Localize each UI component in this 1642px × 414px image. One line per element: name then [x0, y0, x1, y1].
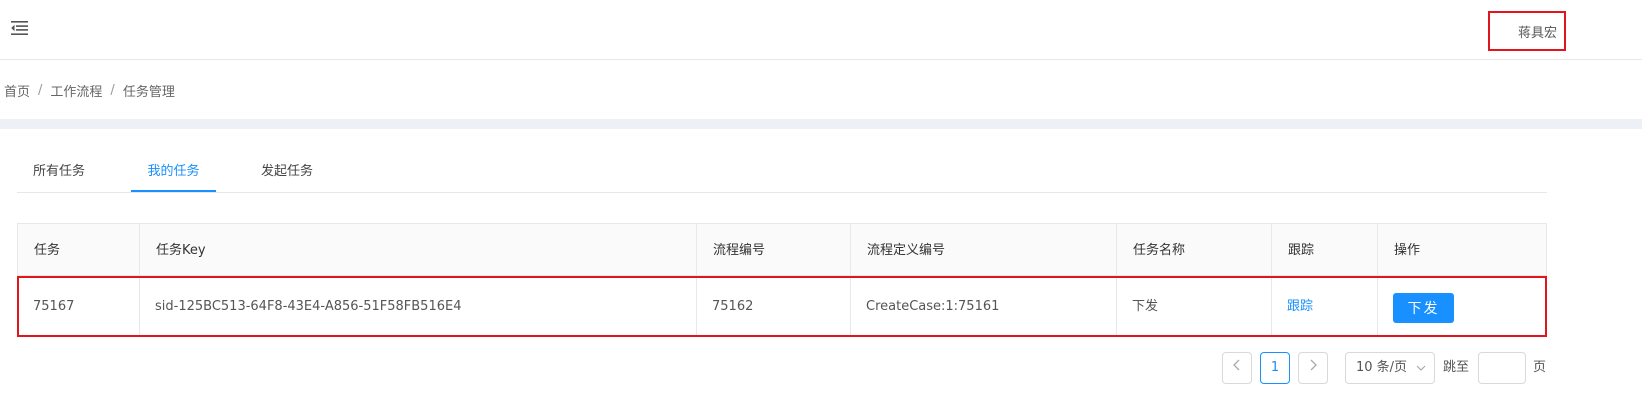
column-header-process-id: 流程编号 — [713, 243, 766, 258]
dispatch-button[interactable]: 下发 — [1393, 293, 1454, 323]
breadcrumb-workflow[interactable]: 工作流程 — [50, 81, 102, 100]
cell-process-def-id: CreateCase:1:75161 — [866, 299, 1000, 314]
top-header: 蒋具宏 — [0, 0, 1642, 60]
page-size-value: 10 条/页 — [1356, 360, 1408, 375]
tab-all-tasks[interactable]: 所有任务 — [17, 150, 101, 193]
cell-task: 75167 — [33, 299, 75, 314]
breadcrumb-separator: / — [38, 82, 43, 98]
tab-my-tasks[interactable]: 我的任务 — [131, 150, 216, 193]
column-header-track: 跟踪 — [1288, 243, 1315, 258]
column-header-task-name: 任务名称 — [1133, 243, 1186, 258]
column-header-task: 任务 — [34, 243, 61, 258]
task-table: 任务 任务Key 流程编号 流程定义编号 任务名称 跟踪 操作 75167 si… — [17, 223, 1547, 337]
page-suffix-label: 页 — [1533, 360, 1547, 375]
user-menu[interactable]: 蒋具宏 — [1488, 11, 1566, 51]
prev-page-button[interactable] — [1222, 352, 1252, 384]
tab-start-task[interactable]: 发起任务 — [245, 150, 329, 193]
next-page-button[interactable] — [1298, 352, 1328, 384]
breadcrumb-home[interactable]: 首页 — [4, 81, 30, 100]
column-header-action: 操作 — [1394, 243, 1421, 258]
chevron-down-icon — [1416, 353, 1426, 395]
chevron-right-icon — [1308, 359, 1318, 375]
cell-track: 跟踪 — [1273, 278, 1313, 335]
breadcrumb: 首页 / 工作流程 / 任务管理 — [4, 80, 175, 100]
chevron-left-icon — [1232, 359, 1242, 375]
page-size-select[interactable]: 10 条/页 — [1345, 352, 1435, 384]
menu-fold-icon[interactable] — [10, 18, 30, 38]
active-tab-indicator — [131, 190, 216, 192]
jump-label: 跳至 — [1443, 360, 1470, 375]
user-name[interactable]: 蒋具宏 — [1518, 22, 1557, 41]
jump-page-input[interactable] — [1478, 352, 1526, 384]
breadcrumb-separator: / — [110, 82, 115, 98]
page-number-button[interactable]: 1 — [1260, 352, 1290, 384]
table-header: 任务 任务Key 流程编号 流程定义编号 任务名称 跟踪 操作 — [17, 223, 1547, 276]
cell-process-id: 75162 — [712, 299, 754, 314]
table-row: 75167 sid-125BC513-64F8-43E4-A856-51F58F… — [17, 276, 1547, 337]
breadcrumb-current: 任务管理 — [122, 84, 175, 100]
column-header-process-def-id: 流程定义编号 — [867, 243, 946, 258]
track-link[interactable]: 跟踪 — [1287, 299, 1313, 314]
section-divider — [0, 119, 1642, 129]
column-header-task-key: 任务Key — [156, 243, 206, 258]
cell-task-key: sid-125BC513-64F8-43E4-A856-51F58FB516E4 — [155, 299, 462, 314]
task-tabs: 所有任务 我的任务 发起任务 — [17, 150, 1547, 193]
cell-task-name: 下发 — [1132, 299, 1159, 314]
